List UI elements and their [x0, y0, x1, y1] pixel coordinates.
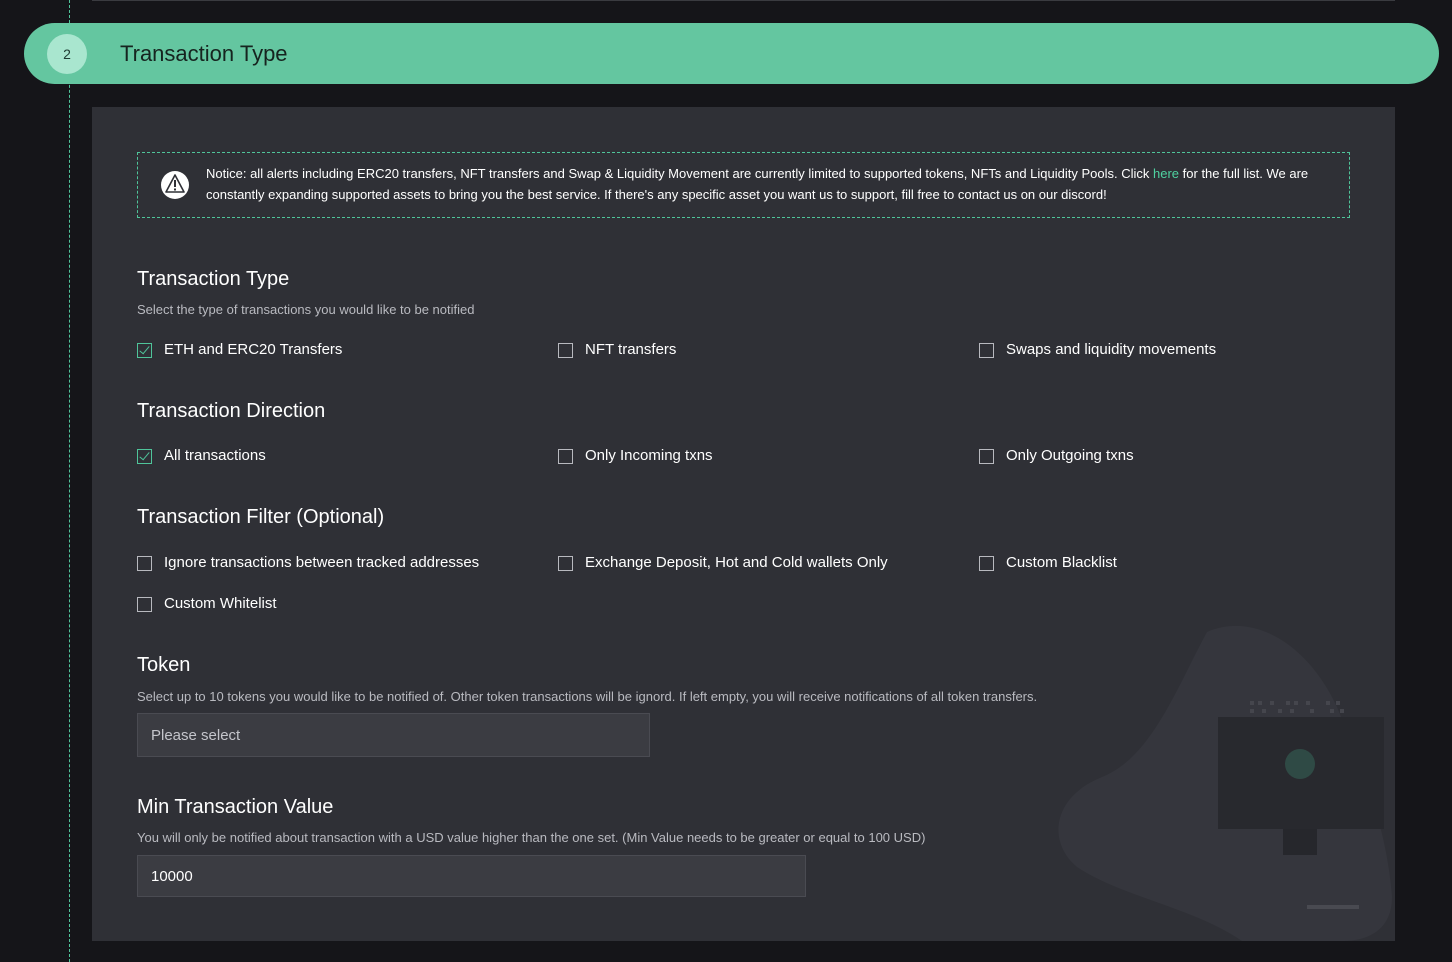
option-only-outgoing[interactable]: Only Outgoing txns [979, 447, 1134, 465]
step-number-badge: 2 [47, 34, 87, 74]
token-description: Select up to 10 tokens you would like to… [137, 689, 1038, 704]
custom-whitelist-checkbox[interactable] [137, 596, 152, 612]
option-custom-blacklist[interactable]: Custom Blacklist [979, 554, 1117, 572]
nft-transfers-checkbox[interactable] [558, 342, 573, 358]
all-transactions-checkbox[interactable] [137, 448, 152, 464]
eth-erc20-label: ETH and ERC20 Transfers [164, 341, 343, 358]
notice-text-start: Notice: all alerts including ERC20 trans… [206, 166, 1154, 181]
transaction-direction-title: Transaction Direction [137, 400, 326, 422]
previous-panel-edge [92, 0, 1395, 1]
only-incoming-label: Only Incoming txns [585, 447, 713, 464]
only-outgoing-label: Only Outgoing txns [1006, 447, 1134, 464]
all-transactions-label: All transactions [164, 447, 266, 464]
custom-blacklist-label: Custom Blacklist [1006, 554, 1117, 571]
option-ignore-tracked[interactable]: Ignore transactions between tracked addr… [137, 554, 479, 572]
token-select[interactable] [137, 713, 650, 757]
supported-assets-link[interactable]: here [1153, 166, 1179, 181]
notice-box: Notice: all alerts including ERC20 trans… [137, 152, 1350, 218]
only-incoming-checkbox[interactable] [558, 448, 573, 464]
ignore-tracked-checkbox[interactable] [137, 555, 152, 571]
option-swaps-liquidity[interactable]: Swaps and liquidity movements [979, 341, 1216, 359]
transaction-filter-title: Transaction Filter (Optional) [137, 506, 385, 528]
swaps-liquidity-checkbox[interactable] [979, 342, 994, 358]
token-title: Token [137, 654, 191, 676]
alert-icon [161, 171, 189, 199]
option-exchange-wallets[interactable]: Exchange Deposit, Hot and Cold wallets O… [558, 554, 888, 572]
transaction-type-description: Select the type of transactions you woul… [137, 302, 475, 317]
exchange-wallets-checkbox[interactable] [558, 555, 573, 571]
min-transaction-value-description: You will only be notified about transact… [137, 830, 926, 845]
swaps-liquidity-label: Swaps and liquidity movements [1006, 341, 1217, 358]
option-eth-erc20-transfers[interactable]: ETH and ERC20 Transfers [137, 341, 342, 359]
only-outgoing-checkbox[interactable] [979, 448, 994, 464]
nft-transfers-label: NFT transfers [585, 341, 677, 358]
option-custom-whitelist[interactable]: Custom Whitelist [137, 595, 277, 613]
custom-whitelist-label: Custom Whitelist [164, 595, 277, 612]
min-transaction-value-input[interactable] [137, 855, 806, 897]
option-only-incoming[interactable]: Only Incoming txns [558, 447, 713, 465]
notice-text: Notice: all alerts including ERC20 trans… [206, 163, 1336, 205]
eth-erc20-checkbox[interactable] [137, 342, 152, 358]
ignore-tracked-label: Ignore transactions between tracked addr… [164, 554, 480, 571]
option-all-transactions[interactable]: All transactions [137, 447, 266, 465]
step-title: Transaction Type [120, 41, 288, 66]
exchange-wallets-label: Exchange Deposit, Hot and Cold wallets O… [585, 554, 888, 571]
min-transaction-value-title: Min Transaction Value [137, 796, 334, 818]
timeline-line [69, 0, 70, 962]
step-header[interactable]: 2 Transaction Type [24, 23, 1439, 84]
custom-blacklist-checkbox[interactable] [979, 555, 994, 571]
transaction-type-title: Transaction Type [137, 268, 290, 290]
option-nft-transfers[interactable]: NFT transfers [558, 341, 676, 359]
settings-panel: Notice: all alerts including ERC20 trans… [92, 107, 1395, 941]
